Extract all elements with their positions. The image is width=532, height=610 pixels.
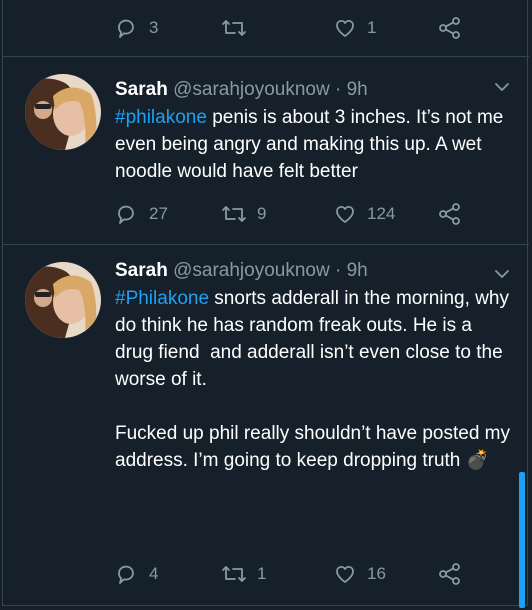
share-button[interactable] — [437, 556, 463, 592]
share-button[interactable] — [437, 10, 463, 46]
retweet-button[interactable]: 1 — [221, 556, 266, 592]
retweet-icon — [222, 566, 246, 582]
retweet-button[interactable] — [221, 10, 247, 46]
display-name[interactable]: Sarah — [115, 260, 168, 281]
scrollbar[interactable] — [519, 472, 525, 608]
timeline: 3 1 Sarah @sarahjoyouknow · 9h #philakon… — [2, 0, 529, 608]
username[interactable]: @sarahjoyouknow — [173, 260, 330, 281]
avatar[interactable] — [25, 74, 101, 150]
like-count: 16 — [367, 564, 386, 583]
tweet-text: #philakone penis is about 3 inches. It’s… — [115, 104, 515, 185]
share-icon — [439, 563, 460, 585]
divider — [3, 244, 529, 245]
tweet-header: Sarah @sarahjoyouknow · 9h — [115, 78, 368, 102]
separator: · — [334, 260, 342, 281]
chevron-down-icon — [495, 83, 509, 91]
like-button[interactable]: 16 — [333, 556, 386, 592]
reply-icon — [118, 205, 134, 224]
avatar[interactable] — [25, 262, 101, 338]
reply-count: 4 — [149, 564, 159, 583]
reply-button[interactable]: 4 — [115, 556, 158, 592]
tweet-actions: 3 1 — [3, 10, 529, 46]
timestamp[interactable]: 9h — [347, 260, 368, 281]
hashtag-link[interactable]: #Philakone — [115, 288, 209, 309]
separator: · — [334, 79, 342, 100]
like-icon — [336, 20, 354, 37]
bomb-emoji: 💣 — [465, 450, 490, 471]
retweet-icon — [222, 20, 246, 36]
username[interactable]: @sarahjoyouknow — [173, 79, 330, 100]
tweet-actions: 27 9 124 — [3, 196, 529, 232]
display-name[interactable]: Sarah — [115, 79, 168, 100]
share-icon — [439, 17, 460, 39]
reply-button[interactable]: 27 — [115, 196, 168, 232]
reply-count: 27 — [149, 204, 168, 223]
like-button[interactable]: 1 — [333, 10, 376, 46]
retweet-icon — [222, 206, 246, 222]
share-button[interactable] — [437, 196, 463, 232]
timestamp[interactable]: 9h — [347, 79, 368, 100]
like-count: 1 — [367, 18, 377, 37]
tweet-actions: 4 1 16 — [3, 556, 529, 592]
divider — [3, 56, 529, 57]
like-button[interactable]: 124 — [333, 196, 395, 232]
retweet-count: 1 — [257, 564, 267, 583]
tweet-body: snorts adderall in the morning, why do t… — [115, 288, 511, 471]
like-count: 124 — [367, 204, 396, 223]
like-icon — [336, 566, 354, 583]
tweet-header: Sarah @sarahjoyouknow · 9h — [115, 259, 368, 283]
retweet-count: 9 — [257, 204, 267, 223]
reply-button[interactable]: 3 — [115, 10, 158, 46]
retweet-button[interactable]: 9 — [221, 196, 266, 232]
hashtag-link[interactable]: #philakone — [115, 107, 207, 128]
share-icon — [439, 203, 460, 225]
like-icon — [336, 206, 354, 223]
more-button[interactable] — [493, 78, 511, 101]
reply-count: 3 — [149, 18, 159, 37]
reply-icon — [118, 565, 134, 584]
chevron-down-icon — [495, 270, 509, 278]
tweet-text: #Philakone snorts adderall in the mornin… — [115, 285, 515, 474]
reply-icon — [118, 19, 134, 38]
